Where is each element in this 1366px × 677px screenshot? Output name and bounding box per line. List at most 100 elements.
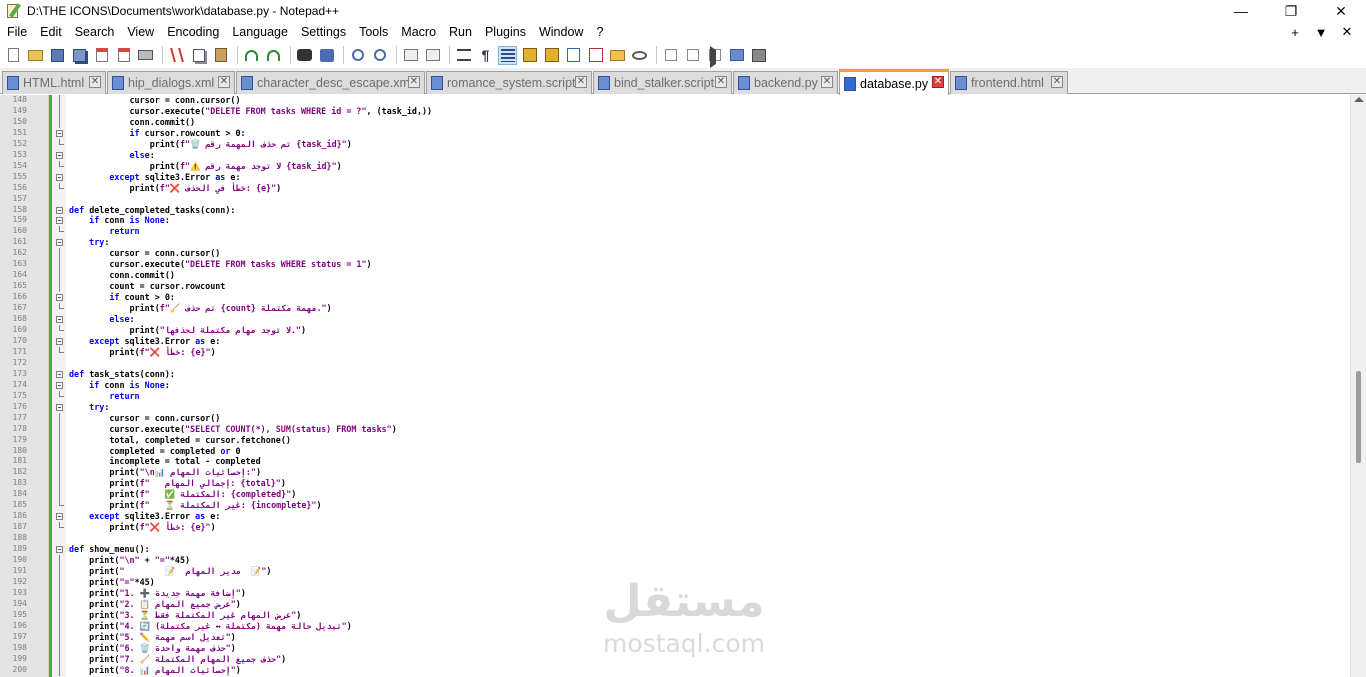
code-line[interactable]: 154 print(f"⚠️ لا توجد مهمة رقم {task_id… (0, 160, 1350, 172)
code-line[interactable]: 164 conn.commit() (0, 270, 1350, 282)
code-line[interactable]: 159 if conn is None: (0, 215, 1350, 226)
code-line[interactable]: 163 cursor.execute("DELETE FROM tasks WH… (0, 259, 1350, 271)
code-line[interactable]: 150 conn.commit() (0, 116, 1350, 128)
tab-list-button[interactable]: ▼ (1308, 25, 1334, 40)
code-line[interactable]: 181 incomplete = total - completed (0, 456, 1350, 468)
code-line[interactable]: 185 print(f" ⏳ غير المكتملة: {incomplete… (0, 500, 1350, 511)
code-line[interactable]: 149 cursor.execute("DELETE FROM tasks WH… (0, 105, 1350, 117)
tab-close-icon[interactable]: ✕ (932, 76, 944, 88)
print-icon[interactable] (136, 46, 155, 65)
zoom-in-icon[interactable] (348, 46, 367, 65)
code-line[interactable]: 200 print("8. 📊 إحصائيات المهام") (0, 664, 1350, 676)
fold-toggle-icon[interactable] (56, 129, 63, 137)
menu-search[interactable]: Search (68, 22, 121, 42)
tab-frontend-html[interactable]: frontend.html ✕ (950, 71, 1068, 94)
scroll-up-arrow-icon[interactable] (1354, 97, 1364, 102)
tab-bind-stalker-script[interactable]: bind_stalker.script ✕ (593, 71, 732, 94)
tab-romance-system-script[interactable]: romance_system.script ✕ (426, 71, 592, 94)
tab-close-icon[interactable]: ✕ (1051, 76, 1063, 88)
code-line[interactable]: 184 print(f" ✅ المكتملة: {completed}") (0, 489, 1350, 501)
code-line[interactable]: 153 else: (0, 150, 1350, 161)
code-line[interactable]: 170 except sqlite3.Error as e: (0, 336, 1350, 347)
menu-settings[interactable]: Settings (294, 22, 352, 42)
menu-encoding[interactable]: Encoding (160, 22, 225, 42)
tab-database-py[interactable]: database.py ✕ (839, 69, 949, 95)
code-line[interactable]: 190 print("\n" + "="*45) (0, 555, 1350, 567)
menu-macro[interactable]: Macro (394, 22, 442, 42)
code-line[interactable]: 172 (0, 358, 1350, 369)
code-line[interactable]: 175 return (0, 390, 1350, 402)
find-icon[interactable] (295, 46, 314, 65)
code-line[interactable]: 157 (0, 194, 1350, 205)
menu-language[interactable]: Language (225, 22, 294, 42)
code-line[interactable]: 177 cursor = conn.cursor() (0, 412, 1350, 424)
menu-run[interactable]: Run (442, 22, 478, 42)
show-all-chars-icon[interactable]: ¶ (476, 46, 495, 65)
new-tab-button[interactable]: + (1282, 25, 1308, 40)
tab-close-icon[interactable]: ✕ (575, 76, 587, 88)
code-line[interactable]: 156 print(f"❌ خطأ في الحذف: {e}") (0, 182, 1350, 194)
code-line[interactable]: 188 (0, 533, 1350, 544)
close-all-icon[interactable] (114, 46, 133, 65)
fold-toggle-icon[interactable] (56, 546, 63, 554)
tab-backend-py[interactable]: backend.py ✕ (733, 71, 838, 94)
code-line[interactable]: 168 else: (0, 314, 1350, 325)
document-list-icon[interactable] (564, 46, 583, 65)
code-line[interactable]: 161 try: (0, 237, 1350, 248)
code-line[interactable]: 187 print(f"❌ خطأ: {e}") (0, 522, 1350, 533)
menu-file[interactable]: File (0, 22, 33, 42)
play-macro-icon[interactable] (705, 46, 724, 65)
menu-plugins[interactable]: Plugins (478, 22, 532, 42)
code-line[interactable]: 174 if conn is None: (0, 380, 1350, 391)
fold-toggle-icon[interactable] (56, 217, 63, 225)
menu-help[interactable]: ? (589, 22, 609, 42)
open-file-icon[interactable] (26, 46, 45, 65)
monitoring-icon[interactable] (630, 46, 649, 65)
paste-icon[interactable] (211, 46, 230, 65)
fold-toggle-icon[interactable] (56, 294, 63, 302)
scrollbar-thumb[interactable] (1356, 371, 1361, 463)
code-line[interactable]: 158 def delete_completed_tasks(conn): (0, 205, 1350, 216)
tab-hip-dialogs-xml[interactable]: hip_dialogs.xml ✕ (107, 71, 235, 94)
fold-toggle-icon[interactable] (56, 206, 63, 214)
save-all-icon[interactable] (70, 46, 89, 65)
redo-icon[interactable] (264, 46, 283, 65)
word-wrap-icon[interactable] (454, 46, 473, 65)
code-line[interactable]: 182 print("\n📊 إحصائيات المهام:") (0, 467, 1350, 479)
fold-toggle-icon[interactable] (56, 513, 63, 521)
code-line[interactable]: 173 def task_stats(conn): (0, 369, 1350, 380)
code-line[interactable]: 171 print(f"❌ خطأ: {e}") (0, 346, 1350, 358)
code-line[interactable]: 162 cursor = conn.cursor() (0, 248, 1350, 260)
code-line[interactable]: 186 except sqlite3.Error as e: (0, 511, 1350, 522)
code-line[interactable]: 169 print("لا توجد مهام مكتملة لحذفها.") (0, 325, 1350, 336)
code-line[interactable]: 179 total, completed = cursor.fetchone() (0, 434, 1350, 446)
folder-workspace-icon[interactable] (608, 46, 627, 65)
save-macro-icon[interactable] (749, 46, 768, 65)
code-line[interactable]: 180 completed = completed or 0 (0, 445, 1350, 457)
undo-icon[interactable] (242, 46, 261, 65)
save-icon[interactable] (48, 46, 67, 65)
fold-toggle-icon[interactable] (56, 337, 63, 345)
fold-toggle-icon[interactable] (56, 316, 63, 324)
tab-close-icon[interactable]: ✕ (89, 76, 101, 88)
document-map-icon[interactable] (542, 46, 561, 65)
fold-toggle-icon[interactable] (56, 403, 63, 411)
code-line[interactable]: 165 count = cursor.rowcount (0, 281, 1350, 293)
close-document-button[interactable]: ✕ (1334, 24, 1360, 40)
menu-edit[interactable]: Edit (33, 22, 68, 42)
record-macro-icon[interactable] (661, 46, 680, 65)
code-line[interactable]: 155 except sqlite3.Error as e: (0, 172, 1350, 183)
code-line[interactable]: 167 print(f"🧹 تم حذف {count} مهمة مكتملة… (0, 303, 1350, 314)
tab-close-icon[interactable]: ✕ (408, 76, 420, 88)
copy-icon[interactable] (189, 46, 208, 65)
maximize-button[interactable]: ❐ (1266, 0, 1316, 22)
new-file-icon[interactable] (4, 46, 23, 65)
code-line[interactable]: 183 print(f" إجمالي المهام: {total}") (0, 478, 1350, 490)
code-line[interactable]: 189 def show_menu(): (0, 544, 1350, 555)
sync-horizontal-icon[interactable] (423, 46, 442, 65)
code-line[interactable]: 178 cursor.execute("SELECT COUNT(*), SUM… (0, 423, 1350, 435)
code-line[interactable]: 166 if count > 0: (0, 292, 1350, 303)
zoom-out-icon[interactable] (370, 46, 389, 65)
menu-view[interactable]: View (120, 22, 160, 42)
code-line[interactable]: 152 print(f"🗑️ تم حذف المهمة رقم {task_i… (0, 138, 1350, 150)
